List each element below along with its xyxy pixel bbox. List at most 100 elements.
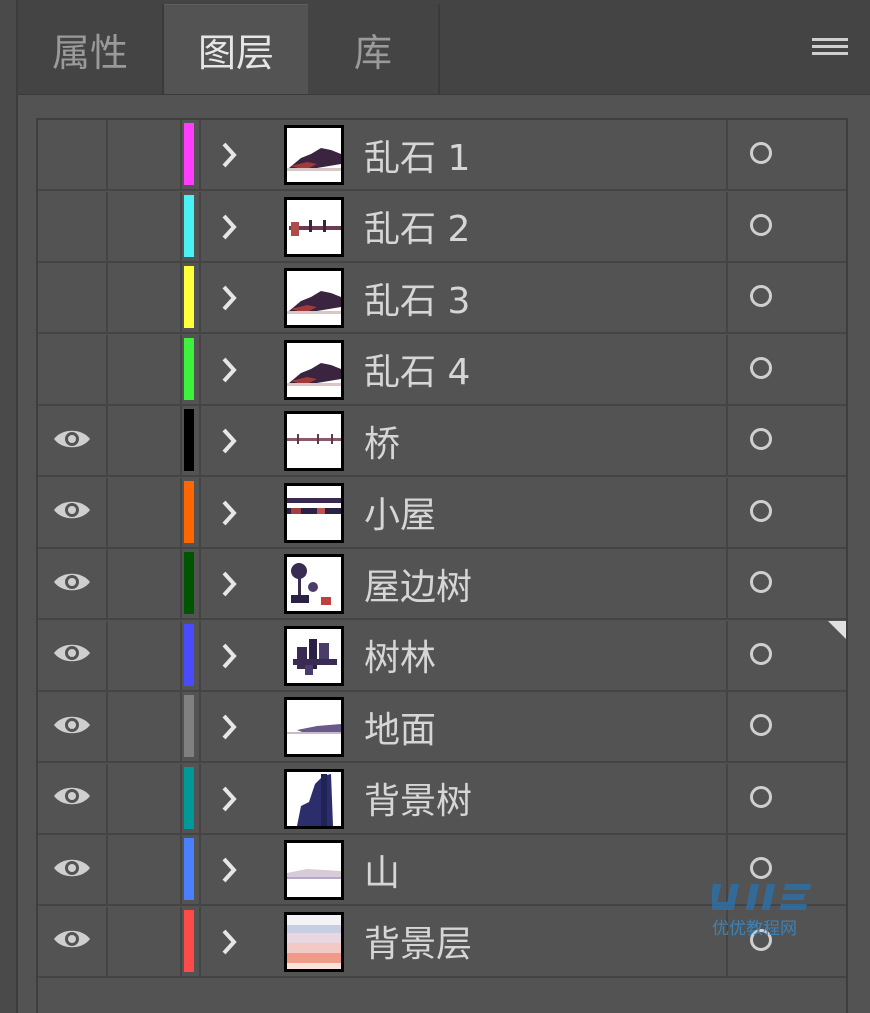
layer-thumbnail (284, 411, 344, 471)
target-circle-icon[interactable] (750, 142, 772, 164)
layer-color-bar (184, 838, 194, 900)
layer-row[interactable]: 小屋 (38, 477, 846, 549)
visibility-toggle[interactable] (38, 191, 108, 261)
layer-name[interactable]: 背景层 (364, 907, 472, 976)
layer-name[interactable]: 乱石 4 (364, 335, 470, 404)
visibility-toggle[interactable] (38, 120, 108, 189)
target-circle-icon[interactable] (750, 928, 772, 951)
layer-row[interactable]: 乱石 1 (38, 120, 846, 191)
chevron-right-icon[interactable] (218, 424, 242, 458)
target-cell[interactable] (726, 191, 846, 261)
eye-icon (52, 783, 92, 813)
tab-libraries[interactable]: 库 (308, 4, 440, 94)
lock-toggle[interactable] (108, 835, 182, 904)
layer-row[interactable]: 树林 (38, 620, 846, 692)
layer-name[interactable]: 山 (364, 835, 400, 904)
layer-row[interactable]: 桥 (38, 406, 846, 477)
visibility-toggle[interactable] (38, 477, 108, 547)
selection-corner-icon (828, 620, 846, 639)
layer-name[interactable]: 树林 (364, 621, 436, 690)
column-divider (199, 477, 201, 547)
tab-layers[interactable]: 图层 (164, 4, 308, 94)
visibility-toggle[interactable] (38, 620, 108, 690)
target-cell[interactable] (726, 334, 846, 404)
target-cell[interactable] (726, 906, 846, 976)
target-circle-icon[interactable] (750, 428, 772, 450)
lock-toggle[interactable] (108, 549, 182, 618)
chevron-right-icon[interactable] (218, 353, 242, 387)
target-circle-icon[interactable] (750, 642, 772, 665)
layer-row[interactable]: 山 (38, 835, 846, 906)
hamburger-menu-icon[interactable] (812, 38, 848, 62)
target-cell[interactable] (726, 620, 846, 690)
target-circle-icon[interactable] (750, 356, 772, 379)
visibility-toggle[interactable] (38, 549, 108, 618)
chevron-right-icon[interactable] (218, 853, 242, 887)
chevron-right-icon[interactable] (218, 567, 242, 601)
target-cell[interactable] (726, 477, 846, 547)
chevron-right-icon[interactable] (218, 925, 242, 959)
layer-color-bar (184, 909, 194, 972)
lock-toggle[interactable] (108, 191, 182, 261)
chevron-right-icon[interactable] (218, 496, 242, 530)
layer-thumbnail (284, 196, 344, 257)
layer-row[interactable]: 乱石 3 (38, 263, 846, 334)
lock-toggle[interactable] (108, 334, 182, 404)
layer-row[interactable]: 地面 (38, 692, 846, 763)
lock-toggle[interactable] (108, 120, 182, 189)
chevron-right-icon[interactable] (218, 138, 242, 172)
lock-toggle[interactable] (108, 692, 182, 761)
visibility-toggle[interactable] (38, 334, 108, 404)
layer-name[interactable]: 乱石 2 (364, 192, 470, 261)
lock-toggle[interactable] (108, 763, 182, 833)
lock-toggle[interactable] (108, 906, 182, 976)
layer-name[interactable]: 乱石 3 (364, 263, 470, 332)
chevron-right-icon[interactable] (218, 210, 242, 244)
layer-color-bar (184, 266, 194, 328)
lock-toggle[interactable] (108, 620, 182, 690)
lock-toggle[interactable] (108, 477, 182, 547)
layer-row[interactable]: 乱石 4 (38, 334, 846, 406)
visibility-toggle[interactable] (38, 906, 108, 976)
target-circle-icon[interactable] (750, 714, 772, 736)
target-cell[interactable] (726, 263, 846, 332)
visibility-toggle[interactable] (38, 406, 108, 475)
target-circle-icon[interactable] (750, 571, 772, 593)
target-cell[interactable] (726, 835, 846, 904)
target-cell[interactable] (726, 692, 846, 761)
layer-name[interactable]: 屋边树 (364, 549, 472, 618)
chevron-right-icon[interactable] (218, 782, 242, 816)
layer-thumbnail (284, 482, 344, 543)
layer-row[interactable]: 背景层 (38, 906, 846, 978)
lock-toggle[interactable] (108, 406, 182, 475)
layer-row[interactable]: 背景树 (38, 763, 846, 835)
visibility-toggle[interactable] (38, 763, 108, 833)
layer-name[interactable]: 桥 (364, 406, 400, 475)
visibility-toggle[interactable] (38, 263, 108, 332)
target-cell[interactable] (726, 120, 846, 189)
layer-name[interactable]: 地面 (364, 692, 436, 761)
target-circle-icon[interactable] (750, 785, 772, 808)
layer-name[interactable]: 背景树 (364, 764, 472, 833)
tab-properties[interactable]: 属性 (18, 4, 164, 94)
target-circle-icon[interactable] (750, 285, 772, 307)
lock-toggle[interactable] (108, 263, 182, 332)
target-cell[interactable] (726, 406, 846, 475)
visibility-toggle[interactable] (38, 692, 108, 761)
target-circle-icon[interactable] (750, 857, 772, 879)
layer-name[interactable]: 乱石 1 (364, 120, 470, 189)
target-circle-icon[interactable] (750, 499, 772, 522)
layer-name[interactable]: 小屋 (364, 478, 436, 547)
chevron-right-icon[interactable] (218, 710, 242, 744)
column-divider (199, 120, 201, 189)
chevron-right-icon[interactable] (218, 639, 242, 673)
layer-thumbnail (284, 840, 344, 900)
target-circle-icon[interactable] (750, 213, 772, 236)
layer-row[interactable]: 屋边树 (38, 549, 846, 620)
visibility-toggle[interactable] (38, 835, 108, 904)
layer-row[interactable]: 乱石 2 (38, 191, 846, 263)
target-cell[interactable] (726, 549, 846, 618)
eye-icon (52, 569, 92, 599)
chevron-right-icon[interactable] (218, 281, 242, 315)
target-cell[interactable] (726, 763, 846, 833)
